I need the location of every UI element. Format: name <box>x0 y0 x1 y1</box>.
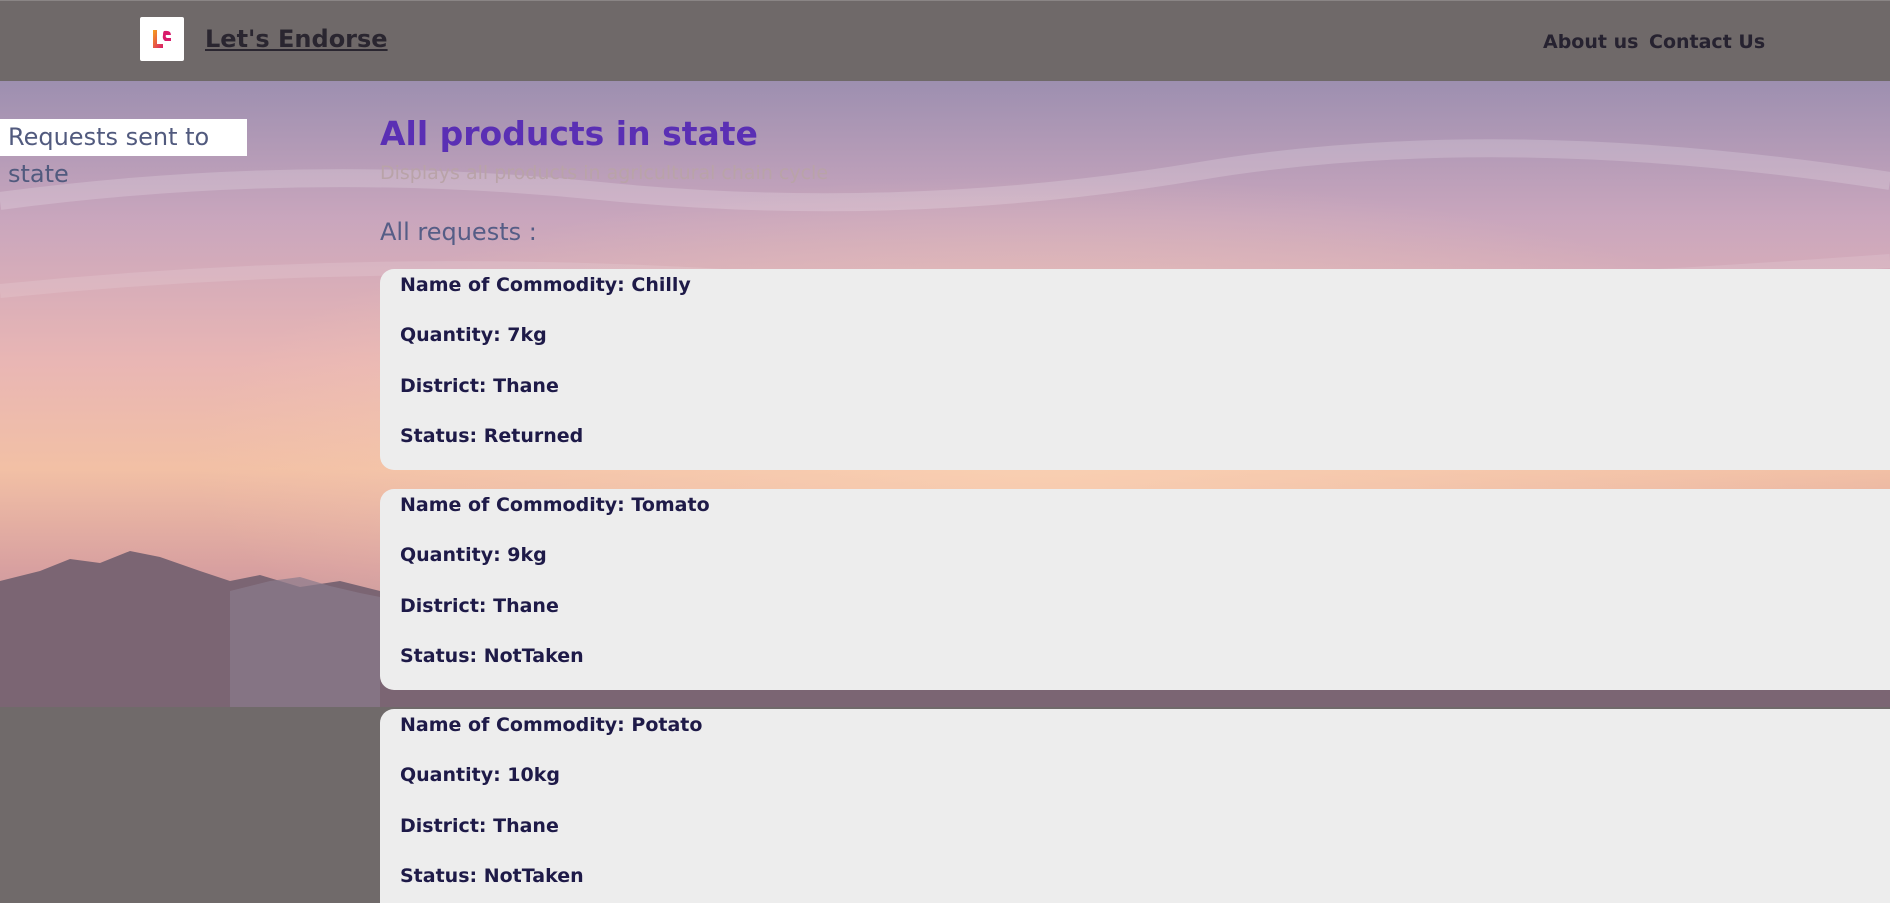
request-card: Name of Commodity: Potato Quantity: 10kg… <box>380 709 1890 903</box>
quantity: Quantity: 9kg <box>400 544 547 566</box>
logo[interactable] <box>140 17 184 61</box>
commodity-name: Name of Commodity: Chilly <box>400 274 691 296</box>
district: District: Thane <box>400 815 559 837</box>
section-heading: All requests : <box>380 218 537 246</box>
commodity-name: Name of Commodity: Potato <box>400 714 703 736</box>
nav-about-us[interactable]: About us <box>1543 31 1638 53</box>
district: District: Thane <box>400 595 559 617</box>
brand-link[interactable]: Let's Endorse <box>205 25 388 53</box>
status: Status: NotTaken <box>400 645 584 667</box>
status: Status: Returned <box>400 425 584 447</box>
logo-icon <box>153 30 171 48</box>
request-card: Name of Commodity: Tomato Quantity: 9kg … <box>380 489 1890 690</box>
top-navbar: Let's Endorse About us Contact Us <box>0 0 1890 81</box>
sidebar-item-requests-sent-to-state[interactable]: Requests sent to state <box>0 119 247 188</box>
nav-contact-us[interactable]: Contact Us <box>1649 31 1765 53</box>
page-subtitle: Displays all products in agricultural ch… <box>380 162 829 184</box>
request-card: Name of Commodity: Chilly Quantity: 7kg … <box>380 269 1890 470</box>
commodity-name: Name of Commodity: Tomato <box>400 494 710 516</box>
district: District: Thane <box>400 375 559 397</box>
page-title: All products in state <box>380 114 758 153</box>
quantity: Quantity: 7kg <box>400 324 547 346</box>
status: Status: NotTaken <box>400 865 584 887</box>
quantity: Quantity: 10kg <box>400 764 560 786</box>
